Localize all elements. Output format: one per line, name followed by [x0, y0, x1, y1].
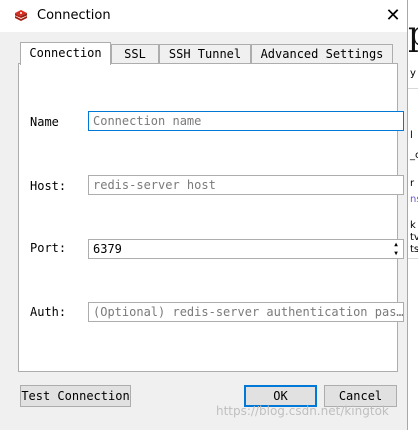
- name-label: Name: [30, 115, 59, 129]
- close-icon: ✕: [385, 5, 401, 26]
- spin-down-icon[interactable]: ▼: [389, 249, 403, 258]
- redis-logo-icon: [15, 10, 27, 21]
- host-input[interactable]: [88, 175, 404, 195]
- port-input[interactable]: [88, 239, 404, 259]
- window-title: Connection: [37, 8, 111, 23]
- port-label: Port:: [30, 241, 67, 255]
- tab-ssh-tunnel[interactable]: SSH Tunnel: [159, 44, 251, 63]
- watermark: https://blog.csdn.net/kingtok: [216, 404, 389, 418]
- tab-ssl[interactable]: SSL: [111, 44, 159, 63]
- host-label: Host:: [30, 179, 67, 193]
- title-bar: Connection ✕: [0, 0, 407, 32]
- auth-label: Auth:: [30, 305, 67, 319]
- port-spinner[interactable]: ▲ ▼: [389, 240, 403, 258]
- auth-input[interactable]: [88, 302, 404, 322]
- tab-panel-connection: Name Host: Port: ▲ ▼ Auth:: [18, 63, 404, 372]
- tab-advanced-settings[interactable]: Advanced Settings: [251, 44, 393, 63]
- close-button[interactable]: ✕: [378, 0, 408, 32]
- background-window: p y l _c r ns k tv ts: [408, 0, 418, 430]
- connection-dialog: Connection ✕ Name Host: Port: ▲ ▼ Auth: …: [0, 0, 408, 430]
- tab-connection[interactable]: Connection: [20, 42, 111, 65]
- test-connection-button[interactable]: Test Connection: [20, 385, 131, 407]
- name-input[interactable]: [88, 111, 404, 131]
- spin-up-icon[interactable]: ▲: [389, 240, 403, 249]
